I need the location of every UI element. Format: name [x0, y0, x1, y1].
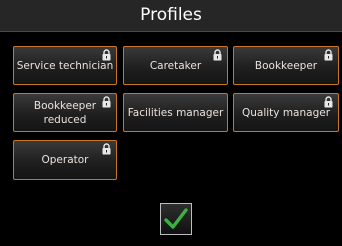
- profile-label: Quality manager: [241, 106, 331, 119]
- profile-label: Caretaker: [149, 59, 202, 72]
- profile-button-caretaker[interactable]: Caretaker: [123, 46, 228, 85]
- page-title: Profiles: [140, 5, 202, 25]
- profile-label: Bookkeeper reduced: [33, 99, 97, 126]
- profile-label: Service technician: [16, 59, 114, 72]
- header-bar: Profiles: [0, 0, 342, 32]
- lock-icon: [213, 49, 222, 61]
- profile-button-bookkeeper-reduced[interactable]: Bookkeeper reduced: [13, 93, 117, 132]
- profile-button-quality-manager[interactable]: Quality manager: [233, 93, 339, 132]
- lock-icon: [102, 143, 111, 155]
- profile-label: Operator: [41, 154, 89, 166]
- profile-label: Facilities manager: [127, 106, 224, 119]
- profile-button-bookkeeper[interactable]: Bookkeeper: [233, 46, 339, 85]
- checkmark-icon: [164, 208, 188, 229]
- profile-button-service-technician[interactable]: Service technician: [13, 46, 117, 85]
- lock-icon: [324, 96, 333, 108]
- profile-button-facilities-manager[interactable]: Facilities manager: [123, 93, 228, 132]
- lock-icon: [102, 96, 111, 108]
- lock-icon: [102, 49, 111, 61]
- profile-label: Bookkeeper: [254, 59, 318, 72]
- profile-button-operator[interactable]: Operator: [13, 140, 117, 180]
- confirm-button[interactable]: [160, 203, 192, 235]
- profiles-screen: Profiles Service technician Caretaker Bo…: [0, 0, 342, 246]
- lock-icon: [324, 49, 333, 61]
